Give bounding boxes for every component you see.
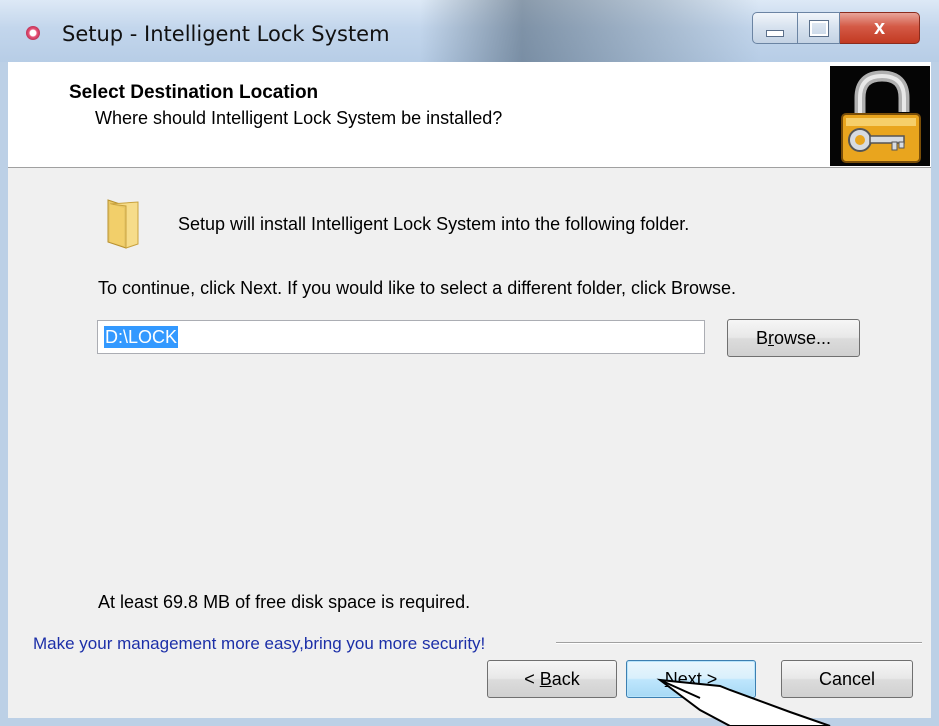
title-bar[interactable]: Setup - Intelligent Lock System x	[0, 0, 939, 62]
tagline: Make your management more easy,bring you…	[33, 634, 486, 653]
selected-path-text: D:\LOCK	[104, 326, 179, 348]
window-controls: x	[752, 12, 920, 44]
close-button[interactable]: x	[840, 12, 920, 44]
back-label-accel: B	[539, 668, 552, 689]
next-label-post: ext >	[677, 668, 718, 689]
back-button[interactable]: < Back	[487, 660, 617, 698]
page-title: Select Destination Location	[69, 82, 319, 103]
maximize-button[interactable]	[798, 12, 840, 44]
wizard-header: Select Destination Location Where should…	[8, 62, 931, 168]
browse-button[interactable]: Br owse...	[727, 319, 860, 357]
page-subtitle: Where should Intelligent Lock System be …	[95, 108, 503, 128]
back-label-post: ack	[551, 668, 580, 689]
intro-text: Setup will install Intelligent Lock Syst…	[178, 214, 690, 234]
browse-label-pre: B	[755, 327, 768, 348]
cancel-button[interactable]: Cancel	[781, 660, 913, 698]
minimize-button[interactable]	[752, 12, 798, 44]
instruction-text: To continue, click Next. If you would li…	[98, 278, 736, 298]
browse-label-post: owse...	[773, 327, 832, 348]
wizard-client-area: Select Destination Location Where should…	[8, 62, 931, 718]
padlock-icon	[830, 66, 930, 166]
window-title: Setup - Intelligent Lock System	[62, 22, 390, 46]
title-bar-glass	[420, 0, 760, 62]
maximize-icon	[808, 19, 829, 37]
next-button[interactable]: Next >	[626, 660, 756, 698]
close-icon: x	[873, 16, 886, 39]
setup-window: Setup - Intelligent Lock System x Select…	[0, 0, 939, 726]
footer-divider	[556, 642, 922, 644]
destination-path-input[interactable]: D:\LOCK	[97, 320, 705, 354]
app-icon[interactable]	[26, 26, 40, 40]
disk-space-text: At least 69.8 MB of free disk space is r…	[98, 592, 471, 612]
next-label-accel: N	[664, 668, 678, 689]
back-label-pre: <	[524, 668, 540, 689]
minimize-icon	[766, 29, 784, 37]
folder-icon	[104, 196, 144, 250]
